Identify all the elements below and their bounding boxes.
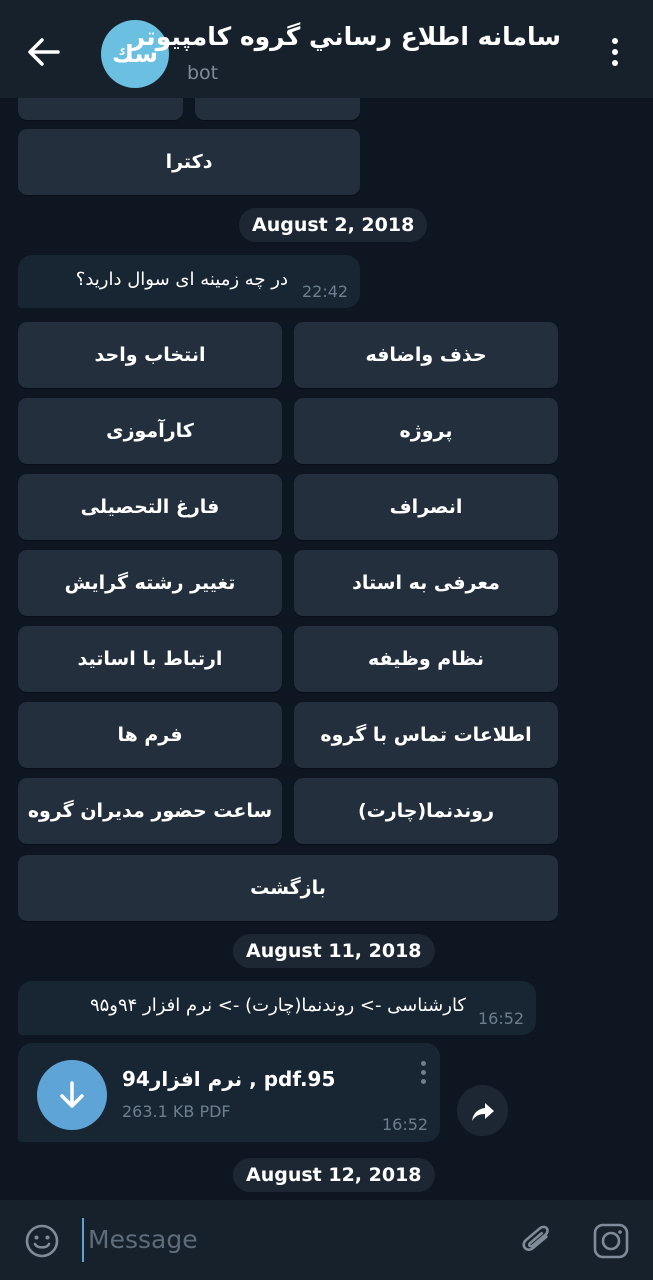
keyboard-button[interactable]: انتخاب واحد (18, 322, 282, 388)
file-message-bubble[interactable]: نرم افزار94 , pdf.95 263.1 KB PDF 16:52 (18, 1043, 440, 1142)
keyboard-back-button[interactable]: بازگشت (18, 855, 558, 921)
keyboard-button[interactable]: اطلاعات تماس با گروه (294, 702, 558, 768)
keyboard-button[interactable]: فارغ التحصیلی (18, 474, 282, 540)
chat-title[interactable]: سامانه اطلاع رساني گروه كامپيوتر (131, 22, 561, 51)
keyboard-button[interactable]: نظام وظیفه (294, 626, 558, 692)
keyboard-button[interactable]: معرفی به استاد (294, 550, 558, 616)
message-input-bar: Message (0, 1200, 653, 1280)
message-time: 22:42 (302, 282, 349, 301)
file-menu-icon[interactable] (418, 1061, 428, 1091)
keyboard-button[interactable]: کارآموزی (18, 398, 282, 464)
emoji-icon[interactable] (24, 1223, 60, 1259)
message-input[interactable]: Message (82, 1218, 508, 1262)
keyboard-button[interactable]: انصراف (294, 474, 558, 540)
chat-header: سك سامانه اطلاع رساني گروه كامپيوتر bot (0, 0, 653, 98)
keyboard-button[interactable]: پروژه (294, 398, 558, 464)
more-vertical-icon[interactable] (602, 38, 628, 72)
keyboard-button[interactable]: ساعت حضور مدیران گروه (18, 778, 282, 844)
file-size: 263.1 KB PDF (122, 1102, 231, 1121)
keyboard-button[interactable]: تغییر رشته گرایش (18, 550, 282, 616)
chat-subtitle: bot (187, 62, 219, 84)
keyboard-button[interactable]: روندنما(چارت) (294, 778, 558, 844)
share-forward-icon[interactable] (457, 1085, 508, 1136)
keyboard-button-partial[interactable] (195, 98, 360, 120)
message-bubble[interactable]: کارشناسی -> روندنما(چارت) -> نرم افزار ۹… (18, 981, 536, 1035)
file-name: نرم افزار94 , pdf.95 (122, 1067, 336, 1091)
date-separator: August 11, 2018 (233, 934, 435, 968)
message-list[interactable]: دکترا August 2, 2018 در چه زمینه ای سوال… (0, 98, 653, 1200)
keyboard-button[interactable]: فرم ها (18, 702, 282, 768)
message-bubble[interactable]: در چه زمینه ای سوال دارید؟ 22:42 (18, 255, 360, 308)
message-time: 16:52 (478, 1009, 525, 1028)
message-time: 16:52 (382, 1115, 429, 1134)
download-icon[interactable] (37, 1060, 107, 1130)
keyboard-button-doctorate[interactable]: دکترا (18, 129, 360, 195)
attach-paperclip-icon[interactable] (520, 1222, 556, 1260)
date-separator: August 12, 2018 (233, 1158, 435, 1192)
date-separator: August 2, 2018 (239, 208, 428, 242)
back-arrow-icon[interactable] (22, 30, 66, 74)
keyboard-button[interactable]: حذف واضافه (294, 322, 558, 388)
keyboard-button[interactable]: ارتباط با اساتید (18, 626, 282, 692)
message-text: در چه زمینه ای سوال دارید؟ (75, 269, 288, 290)
message-text: کارشناسی -> روندنما(چارت) -> نرم افزار ۹… (89, 995, 466, 1016)
keyboard-button-partial[interactable] (18, 98, 183, 120)
camera-icon[interactable] (592, 1222, 630, 1260)
